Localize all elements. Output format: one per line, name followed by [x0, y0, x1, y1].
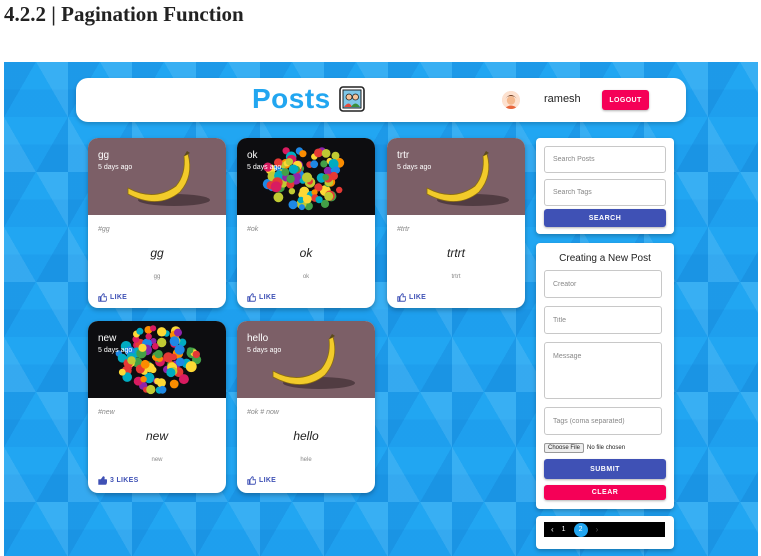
post-heading: ok	[299, 246, 313, 260]
thumb-up-icon	[247, 293, 256, 302]
post-image: gg 5 days ago	[88, 138, 226, 215]
post-message: ok	[302, 274, 310, 280]
title-field[interactable]	[544, 306, 662, 334]
pagination-prev-icon[interactable]: ‹	[551, 525, 554, 534]
like-label: LIKE	[409, 294, 427, 301]
like-button[interactable]: 3 LIKES	[98, 476, 139, 485]
post-title: trtr	[397, 150, 410, 161]
post-title: hello	[247, 333, 269, 344]
form-title: Creating a New Post	[559, 253, 651, 264]
post-message: hele	[300, 457, 312, 463]
thumb-up-icon	[98, 476, 107, 485]
user-name: ramesh	[544, 93, 581, 105]
post-message: gg	[153, 274, 161, 280]
pagination: ‹ 1 2 ›	[544, 522, 665, 537]
post-message: trtrt	[451, 274, 461, 280]
search-posts-input[interactable]	[544, 146, 666, 173]
thumb-up-icon	[247, 476, 256, 485]
post-heading: new	[145, 429, 168, 443]
post-date: 5 days ago	[397, 164, 432, 171]
choose-file-button[interactable]: Choose File	[544, 443, 585, 453]
post-image: trtr 5 days ago	[387, 138, 525, 215]
message-field[interactable]	[544, 342, 662, 399]
clear-button[interactable]: CLEAR	[544, 485, 666, 500]
search-panel: SEARCH	[536, 138, 674, 234]
post-heading: gg	[150, 246, 164, 260]
like-button[interactable]: LIKE	[247, 293, 276, 302]
like-button[interactable]: LIKE	[247, 476, 276, 485]
pagination-next-icon[interactable]: ›	[596, 525, 599, 534]
logout-button[interactable]: LOGOUT	[602, 90, 649, 110]
post-title: ok	[247, 150, 258, 161]
like-button[interactable]: LIKE	[397, 293, 426, 302]
post-card[interactable]: hello 5 days ago #ok # now hello hele LI…	[237, 321, 375, 493]
post-heading: trtrt	[447, 246, 465, 260]
post-date: 5 days ago	[247, 164, 282, 171]
post-image: hello 5 days ago	[237, 321, 375, 398]
like-label: LIKE	[259, 477, 277, 484]
post-tags: #gg	[98, 226, 110, 233]
app-viewport: Posts ramesh LOGOUT gg 5 days ago #gg gg…	[4, 62, 758, 556]
file-status: No file chosen	[587, 445, 626, 451]
like-label: LIKE	[259, 294, 277, 301]
post-tags: #ok # now	[247, 409, 279, 416]
post-title: new	[98, 333, 117, 344]
post-card[interactable]: gg 5 days ago #gg gg gg LIKE	[88, 138, 226, 308]
post-image: new 5 days ago	[88, 321, 226, 398]
post-date: 5 days ago	[247, 347, 282, 354]
tags-field[interactable]	[544, 407, 662, 435]
thumb-up-icon	[397, 293, 406, 302]
post-card[interactable]: new 5 days ago #new new new 3 LIKES	[88, 321, 226, 493]
document-heading: 4.2.2 | Pagination Function	[4, 2, 244, 26]
post-message: new	[151, 457, 163, 463]
like-label: LIKE	[110, 294, 128, 301]
post-heading: hello	[293, 429, 319, 443]
brand[interactable]: Posts	[252, 83, 365, 115]
user-avatar-icon[interactable]	[502, 91, 520, 109]
post-tags: #ok	[247, 226, 259, 233]
post-title: gg	[98, 150, 110, 161]
app-title: Posts	[252, 83, 331, 114]
post-date: 5 days ago	[98, 164, 133, 171]
post-image: ok 5 days ago	[237, 138, 375, 215]
thumb-up-icon	[98, 293, 107, 302]
post-card[interactable]: trtr 5 days ago #trtr trtrt trtrt LIKE	[387, 138, 525, 308]
pagination-page-2[interactable]: 2	[573, 522, 588, 537]
post-tags: #new	[98, 409, 115, 416]
search-tags-input[interactable]	[544, 179, 666, 206]
file-input: Choose File No file chosen	[544, 443, 625, 453]
like-label: 3 LIKES	[110, 477, 139, 484]
post-card[interactable]: ok 5 days ago #ok ok ok LIKE	[237, 138, 375, 308]
memories-photo-icon	[338, 86, 365, 112]
pagination-page-1[interactable]: 1	[562, 526, 566, 533]
submit-button[interactable]: SUBMIT	[544, 459, 666, 479]
creator-field[interactable]	[544, 270, 662, 298]
app-bar: Posts ramesh LOGOUT	[76, 78, 686, 122]
create-post-panel: Creating a New Post Choose File No file …	[536, 243, 674, 509]
post-date: 5 days ago	[98, 347, 133, 354]
post-tags: #trtr	[397, 226, 410, 233]
like-button[interactable]: LIKE	[98, 293, 127, 302]
search-button[interactable]: SEARCH	[544, 209, 666, 227]
